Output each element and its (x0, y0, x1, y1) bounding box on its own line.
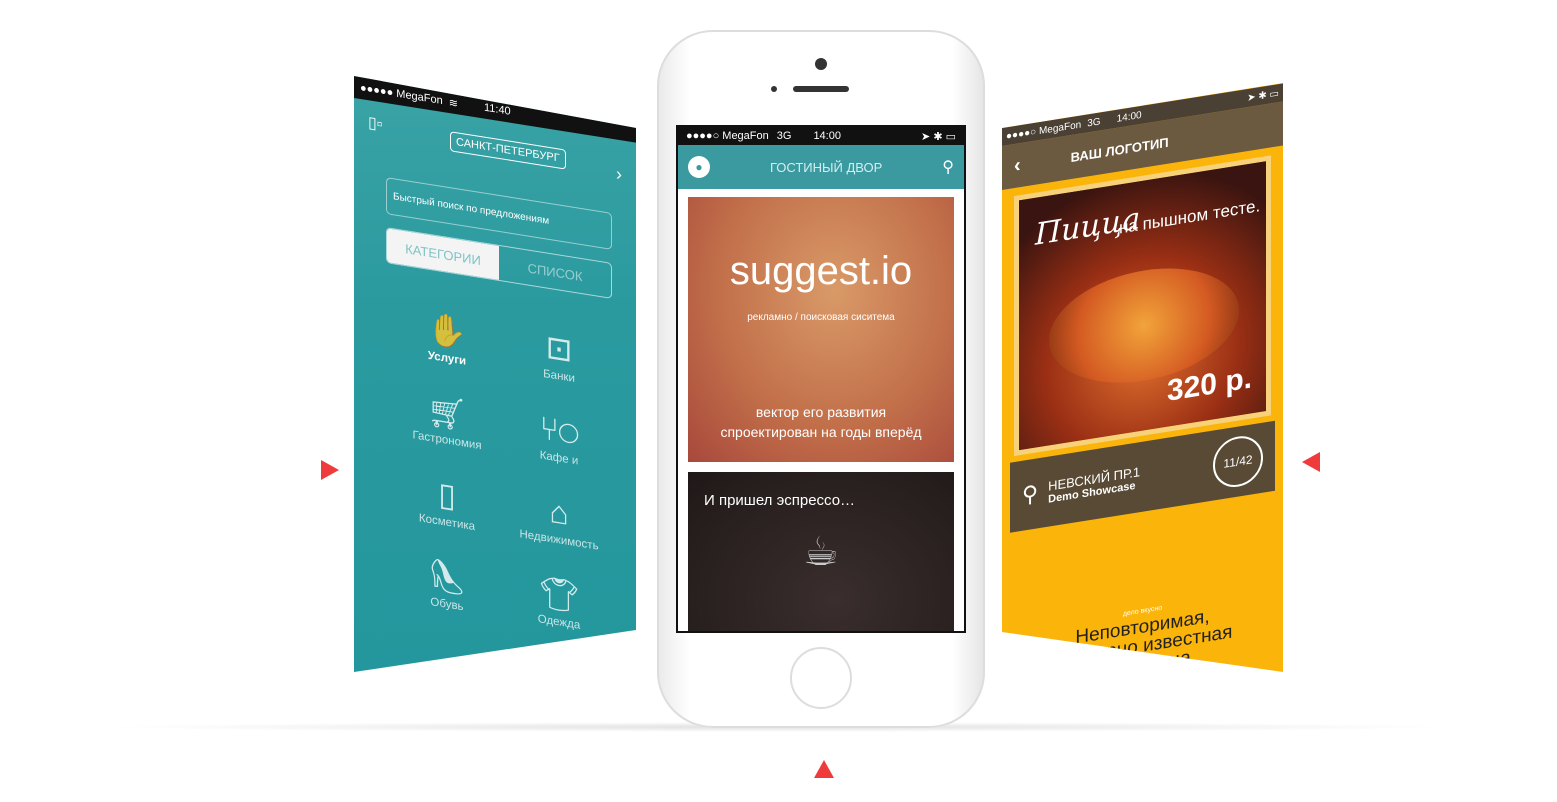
right-phone-screen: ●●●●○ MegaFon 3G 14:00 ➤ ✱ ▭ ‹ ВАШ ЛОГОТИП… (1002, 83, 1283, 672)
location-pin-icon[interactable]: ● (688, 156, 710, 178)
speaker (793, 86, 849, 92)
up-arrow-icon[interactable] (814, 760, 834, 778)
time: 11:40 (483, 101, 511, 118)
promo-card-espresso[interactable]: И пришел эспрессо… ☕︎ (688, 472, 954, 631)
camera (815, 58, 827, 70)
center-phone-screen: ●●●●○ MegaFon 3G 14:00 ➤ ✱ ▭ ● ГОСТИНЫЙ Д… (676, 125, 966, 633)
left-phone-screen: ●●●●● MegaFon ≋ 11:40 ▯▫ САНКТ-ПЕТЕРБУРГ… (354, 76, 636, 672)
nav-bar: ● ГОСТИНЫЙ ДВОР ⚲ (678, 145, 964, 189)
promo-card-suggest[interactable]: suggest.io рекламно / поисковая сиситема… (688, 197, 954, 462)
pizza-promo-image[interactable]: Пицца на пышном тесте. 320 р. (1014, 155, 1271, 457)
category-gastronomy[interactable]: 🛒︎ Гастрономия (392, 382, 502, 455)
home-button[interactable] (790, 647, 852, 709)
status-bar: ●●●●○ MegaFon 3G 14:00 ➤ ✱ ▭ (686, 130, 956, 143)
description: Неповторимая, всемирно известная Пан Пиц… (1052, 606, 1233, 684)
sensor (771, 86, 777, 92)
tab-list[interactable]: СПИСОК (499, 246, 611, 298)
carrier: ●●●●● MegaFon (360, 81, 443, 108)
page-title: ВАШ ЛОГОТИП (1070, 134, 1169, 165)
category-cafe[interactable]: ⑂◯ Кафе и (504, 400, 614, 473)
battery-icon: ➤ ✱ ▭ (921, 130, 956, 143)
category-banks[interactable]: ⊡ Банки (504, 318, 614, 391)
status-bar: ●●●●● MegaFon ≋ 11:40 (354, 76, 636, 143)
next-arrow-icon[interactable] (321, 460, 339, 480)
battery-icon: ➤ ✱ ▭ (1247, 87, 1279, 104)
brand-name: suggest.io (729, 249, 913, 293)
category-cosmetics[interactable]: ▯ Косметика (392, 464, 502, 537)
wifi-icon: ≋ (448, 96, 458, 110)
category-services[interactable]: ✋ Услуги (392, 300, 502, 373)
card-title: И пришел эспрессо… (704, 492, 856, 509)
prev-arrow-icon[interactable] (1302, 452, 1320, 472)
card-subtitle: рекламно / поисковая сиситема (747, 312, 895, 323)
category-shoes[interactable]: 👠︎ Обувь (392, 546, 502, 619)
page-counter: 11/42 (1213, 432, 1263, 491)
card-tagline: вектор его развития спроектирован на год… (720, 404, 922, 440)
city-selector[interactable]: САНКТ-ПЕТЕРБУРГ (450, 131, 566, 170)
tab-categories[interactable]: КАТЕГОРИИ (387, 228, 499, 280)
category-clothes[interactable]: 👕︎ Одежда (504, 564, 614, 637)
category-realty[interactable]: ⌂ Недвижимость (504, 482, 614, 555)
app-logo-icon[interactable]: ▯▫ (368, 112, 382, 134)
search-icon[interactable]: ⚲ (942, 157, 954, 177)
coffee-cup-icon: ☕︎ (803, 530, 839, 574)
chevron-right-icon[interactable]: › (616, 163, 622, 185)
back-icon[interactable]: ‹ (1014, 154, 1021, 178)
page-title: ГОСТИНЫЙ ДВОР (769, 159, 883, 175)
location-pin-icon: ⚲ (1022, 480, 1039, 508)
